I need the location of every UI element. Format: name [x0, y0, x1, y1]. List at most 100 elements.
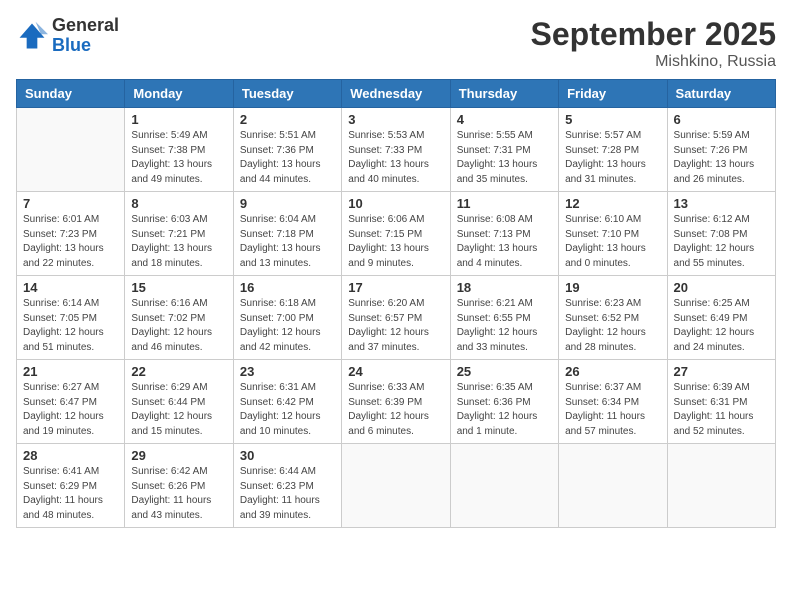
day-info: Sunrise: 6:37 AM Sunset: 6:34 PM Dayligh…	[565, 381, 660, 439]
day-number: 18	[457, 280, 552, 295]
day-info: Sunrise: 6:31 AM Sunset: 6:42 PM Dayligh…	[240, 381, 335, 439]
weekday-header: Tuesday	[233, 80, 341, 108]
day-info: Sunrise: 6:06 AM Sunset: 7:15 PM Dayligh…	[348, 213, 443, 271]
month-title: September 2025	[531, 16, 776, 53]
calendar-cell: 20 Sunrise: 6:25 AM Sunset: 6:49 PM Dayli…	[667, 276, 775, 360]
calendar-cell: 25 Sunrise: 6:35 AM Sunset: 6:36 PM Dayli…	[450, 360, 558, 444]
calendar-cell	[450, 444, 558, 528]
day-info: Sunrise: 6:18 AM Sunset: 7:00 PM Dayligh…	[240, 297, 335, 355]
calendar-week-row: 1 Sunrise: 5:49 AM Sunset: 7:38 PM Daylig…	[17, 108, 776, 192]
calendar-cell: 21 Sunrise: 6:27 AM Sunset: 6:47 PM Dayli…	[17, 360, 125, 444]
weekday-header: Saturday	[667, 80, 775, 108]
day-number: 25	[457, 364, 552, 379]
logo-text: General Blue	[52, 16, 119, 56]
day-info: Sunrise: 6:04 AM Sunset: 7:18 PM Dayligh…	[240, 213, 335, 271]
day-info: Sunrise: 5:57 AM Sunset: 7:28 PM Dayligh…	[565, 129, 660, 187]
day-number: 19	[565, 280, 660, 295]
title-area: September 2025 Mishkino, Russia	[531, 16, 776, 71]
calendar-cell: 26 Sunrise: 6:37 AM Sunset: 6:34 PM Dayli…	[559, 360, 667, 444]
day-info: Sunrise: 6:12 AM Sunset: 7:08 PM Dayligh…	[674, 213, 769, 271]
day-info: Sunrise: 6:08 AM Sunset: 7:13 PM Dayligh…	[457, 213, 552, 271]
calendar-week-row: 14Sunrise: 6:14 AM Sunset: 7:05 PM Dayli…	[17, 276, 776, 360]
calendar-cell: 29 Sunrise: 6:42 AM Sunset: 6:26 PM Dayli…	[125, 444, 233, 528]
logo: General Blue	[16, 16, 119, 56]
calendar-cell: 18 Sunrise: 6:21 AM Sunset: 6:55 PM Dayli…	[450, 276, 558, 360]
calendar-cell	[559, 444, 667, 528]
day-number: 24	[348, 364, 443, 379]
calendar-cell: 15Sunrise: 6:16 AM Sunset: 7:02 PM Dayli…	[125, 276, 233, 360]
calendar-cell: 10 Sunrise: 6:06 AM Sunset: 7:15 PM Dayli…	[342, 192, 450, 276]
day-number: 9	[240, 196, 335, 211]
day-number: 28	[23, 448, 118, 463]
day-info: Sunrise: 6:39 AM Sunset: 6:31 PM Dayligh…	[674, 381, 769, 439]
calendar-cell: 7Sunrise: 6:01 AM Sunset: 7:23 PM Daylig…	[17, 192, 125, 276]
calendar-cell: 3Sunrise: 5:53 AM Sunset: 7:33 PM Daylig…	[342, 108, 450, 192]
day-number: 20	[674, 280, 769, 295]
logo-icon	[16, 20, 48, 52]
calendar-cell: 16 Sunrise: 6:18 AM Sunset: 7:00 PM Dayli…	[233, 276, 341, 360]
day-number: 27	[674, 364, 769, 379]
location: Mishkino, Russia	[531, 53, 776, 71]
calendar-cell: 5 Sunrise: 5:57 AM Sunset: 7:28 PM Daylig…	[559, 108, 667, 192]
day-number: 21	[23, 364, 118, 379]
day-info: Sunrise: 6:03 AM Sunset: 7:21 PM Dayligh…	[131, 213, 226, 271]
day-number: 29	[131, 448, 226, 463]
page-header: General Blue September 2025 Mishkino, Ru…	[16, 16, 776, 71]
day-info: Sunrise: 6:14 AM Sunset: 7:05 PM Dayligh…	[23, 297, 118, 355]
calendar-cell: 24 Sunrise: 6:33 AM Sunset: 6:39 PM Dayli…	[342, 360, 450, 444]
calendar-cell: 11Sunrise: 6:08 AM Sunset: 7:13 PM Dayli…	[450, 192, 558, 276]
day-info: Sunrise: 6:25 AM Sunset: 6:49 PM Dayligh…	[674, 297, 769, 355]
calendar-cell: 6 Sunrise: 5:59 AM Sunset: 7:26 PM Daylig…	[667, 108, 775, 192]
day-number: 1	[131, 112, 226, 127]
day-info: Sunrise: 6:35 AM Sunset: 6:36 PM Dayligh…	[457, 381, 552, 439]
day-info: Sunrise: 6:20 AM Sunset: 6:57 PM Dayligh…	[348, 297, 443, 355]
calendar-cell: 23Sunrise: 6:31 AM Sunset: 6:42 PM Dayli…	[233, 360, 341, 444]
day-info: Sunrise: 6:16 AM Sunset: 7:02 PM Dayligh…	[131, 297, 226, 355]
day-info: Sunrise: 6:27 AM Sunset: 6:47 PM Dayligh…	[23, 381, 118, 439]
day-info: Sunrise: 6:33 AM Sunset: 6:39 PM Dayligh…	[348, 381, 443, 439]
day-number: 30	[240, 448, 335, 463]
day-number: 12	[565, 196, 660, 211]
day-info: Sunrise: 6:01 AM Sunset: 7:23 PM Dayligh…	[23, 213, 118, 271]
calendar-cell: 19 Sunrise: 6:23 AM Sunset: 6:52 PM Dayli…	[559, 276, 667, 360]
weekday-header: Friday	[559, 80, 667, 108]
day-info: Sunrise: 6:10 AM Sunset: 7:10 PM Dayligh…	[565, 213, 660, 271]
calendar-cell	[667, 444, 775, 528]
day-info: Sunrise: 6:44 AM Sunset: 6:23 PM Dayligh…	[240, 465, 335, 523]
weekday-header: Thursday	[450, 80, 558, 108]
calendar-cell: 2 Sunrise: 5:51 AM Sunset: 7:36 PM Daylig…	[233, 108, 341, 192]
calendar-cell: 22 Sunrise: 6:29 AM Sunset: 6:44 PM Dayli…	[125, 360, 233, 444]
day-info: Sunrise: 6:42 AM Sunset: 6:26 PM Dayligh…	[131, 465, 226, 523]
day-number: 26	[565, 364, 660, 379]
day-number: 10	[348, 196, 443, 211]
calendar-week-row: 28Sunrise: 6:41 AM Sunset: 6:29 PM Dayli…	[17, 444, 776, 528]
day-info: Sunrise: 6:29 AM Sunset: 6:44 PM Dayligh…	[131, 381, 226, 439]
day-number: 17	[348, 280, 443, 295]
weekday-header: Sunday	[17, 80, 125, 108]
calendar-cell: 14Sunrise: 6:14 AM Sunset: 7:05 PM Dayli…	[17, 276, 125, 360]
calendar-table: SundayMondayTuesdayWednesdayThursdayFrid…	[16, 79, 776, 528]
day-info: Sunrise: 6:21 AM Sunset: 6:55 PM Dayligh…	[457, 297, 552, 355]
calendar-header-row: SundayMondayTuesdayWednesdayThursdayFrid…	[17, 80, 776, 108]
calendar-cell: 8Sunrise: 6:03 AM Sunset: 7:21 PM Daylig…	[125, 192, 233, 276]
day-number: 2	[240, 112, 335, 127]
day-number: 5	[565, 112, 660, 127]
day-info: Sunrise: 5:51 AM Sunset: 7:36 PM Dayligh…	[240, 129, 335, 187]
day-number: 6	[674, 112, 769, 127]
day-number: 3	[348, 112, 443, 127]
calendar-cell: 4Sunrise: 5:55 AM Sunset: 7:31 PM Daylig…	[450, 108, 558, 192]
calendar-cell: 17 Sunrise: 6:20 AM Sunset: 6:57 PM Dayli…	[342, 276, 450, 360]
day-number: 22	[131, 364, 226, 379]
calendar-cell: 30 Sunrise: 6:44 AM Sunset: 6:23 PM Dayli…	[233, 444, 341, 528]
weekday-header: Wednesday	[342, 80, 450, 108]
calendar-cell: 13Sunrise: 6:12 AM Sunset: 7:08 PM Dayli…	[667, 192, 775, 276]
calendar-cell: 9 Sunrise: 6:04 AM Sunset: 7:18 PM Daylig…	[233, 192, 341, 276]
day-number: 16	[240, 280, 335, 295]
day-info: Sunrise: 5:59 AM Sunset: 7:26 PM Dayligh…	[674, 129, 769, 187]
calendar-cell: 1 Sunrise: 5:49 AM Sunset: 7:38 PM Daylig…	[125, 108, 233, 192]
calendar-week-row: 7Sunrise: 6:01 AM Sunset: 7:23 PM Daylig…	[17, 192, 776, 276]
calendar-week-row: 21 Sunrise: 6:27 AM Sunset: 6:47 PM Dayli…	[17, 360, 776, 444]
calendar-cell	[342, 444, 450, 528]
day-info: Sunrise: 6:23 AM Sunset: 6:52 PM Dayligh…	[565, 297, 660, 355]
day-info: Sunrise: 5:49 AM Sunset: 7:38 PM Dayligh…	[131, 129, 226, 187]
